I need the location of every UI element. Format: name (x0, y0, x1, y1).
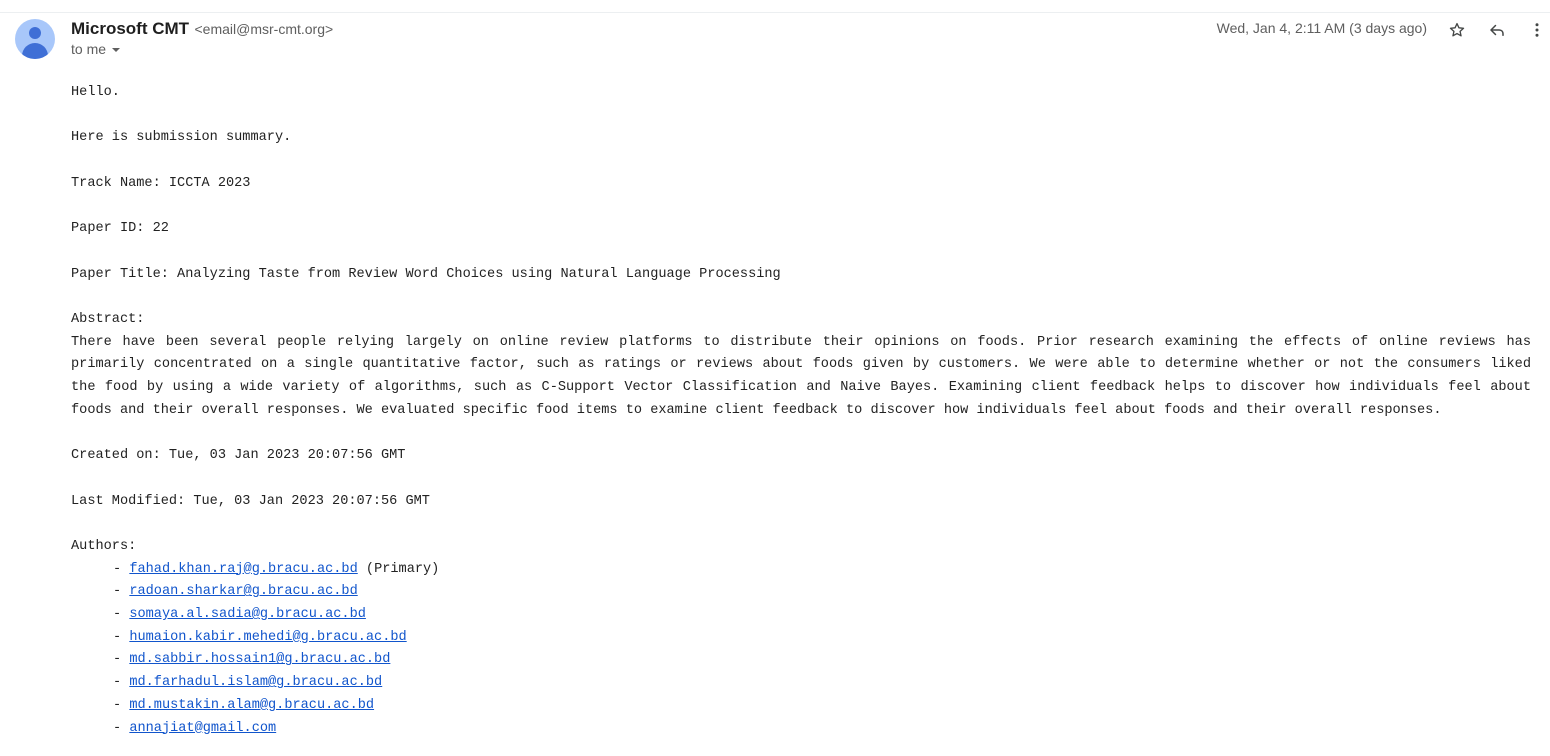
more-vert-icon (1535, 23, 1539, 37)
author-email-link[interactable]: fahad.khan.raj@g.bracu.ac.bd (129, 562, 357, 577)
author-email-link[interactable]: md.sabbir.hossain1@g.bracu.ac.bd (129, 652, 390, 667)
track-name: Track Name: ICCTA 2023 (71, 175, 251, 191)
person-avatar-icon (29, 27, 41, 39)
author-item: - humaion.kabir.mehedi@g.bracu.ac.bd (113, 627, 1531, 650)
author-email-link[interactable]: radoan.sharkar@g.bracu.ac.bd (129, 584, 357, 599)
author-item: - annajiat@gmail.com (113, 718, 1531, 741)
author-email-link[interactable]: md.mustakin.alam@g.bracu.ac.bd (129, 698, 374, 713)
intro-line: Here is submission summary. (71, 130, 292, 146)
author-bullet: - (113, 561, 130, 577)
author-bullet: - (113, 697, 130, 713)
authors-label: Authors: (71, 538, 137, 554)
author-item: - md.mustakin.alam@g.bracu.ac.bd (113, 695, 1531, 718)
recipient-dropdown[interactable]: to me (71, 41, 121, 57)
sender-line: Microsoft CMT <email@msr-cmt.org> (71, 19, 333, 39)
authors-list: - fahad.khan.raj@g.bracu.ac.bd (Primary)… (71, 559, 1531, 741)
header-divider (0, 12, 1550, 13)
more-options-button[interactable] (1525, 18, 1549, 42)
recipient-label: to me (71, 41, 107, 57)
star-icon (1449, 22, 1465, 37)
sender-email: <email@msr-cmt.org> (194, 21, 334, 37)
author-item: - md.sabbir.hossain1@g.bracu.ac.bd (113, 649, 1531, 672)
last-modified: Last Modified: Tue, 03 Jan 2023 20:07:56… (71, 493, 430, 509)
author-item: - fahad.khan.raj@g.bracu.ac.bd (Primary) (113, 559, 1531, 582)
author-email-link[interactable]: humaion.kabir.mehedi@g.bracu.ac.bd (129, 630, 406, 645)
greeting: Hello. (71, 85, 120, 100)
author-bullet: - (113, 629, 130, 645)
star-button[interactable] (1445, 18, 1469, 42)
author-bullet: - (113, 675, 130, 691)
author-bullet: - (113, 652, 130, 668)
paper-id: Paper ID: 22 (71, 221, 169, 237)
author-email-link[interactable]: annajiat@gmail.com (129, 721, 276, 736)
abstract-label: Abstract: (71, 311, 145, 327)
paper-title: Paper Title: Analyzing Taste from Review… (71, 266, 781, 282)
author-item: - radoan.sharkar@g.bracu.ac.bd (113, 581, 1531, 604)
abstract-text: There have been several people relying l… (71, 334, 1531, 418)
sender-avatar[interactable] (15, 19, 55, 59)
author-bullet: - (113, 584, 130, 600)
author-item: - somaya.al.sadia@g.bracu.ac.bd (113, 604, 1531, 627)
author-note: (Primary) (357, 561, 440, 577)
reply-icon (1490, 24, 1504, 36)
author-email-link[interactable]: md.farhadul.islam@g.bracu.ac.bd (129, 675, 382, 690)
author-email-link[interactable]: somaya.al.sadia@g.bracu.ac.bd (129, 607, 366, 622)
author-item: - md.farhadul.islam@g.bracu.ac.bd (113, 672, 1531, 695)
author-bullet: - (113, 720, 130, 736)
email-body: Hello. Here is submission summary. Track… (71, 82, 1531, 740)
email-date: Wed, Jan 4, 2:11 AM (3 days ago) (1216, 20, 1427, 36)
sender-name[interactable]: Microsoft CMT (71, 19, 189, 38)
chevron-down-icon (112, 48, 121, 52)
created-on: Created on: Tue, 03 Jan 2023 20:07:56 GM… (71, 448, 406, 464)
reply-button[interactable] (1485, 18, 1509, 42)
author-bullet: - (113, 607, 130, 623)
